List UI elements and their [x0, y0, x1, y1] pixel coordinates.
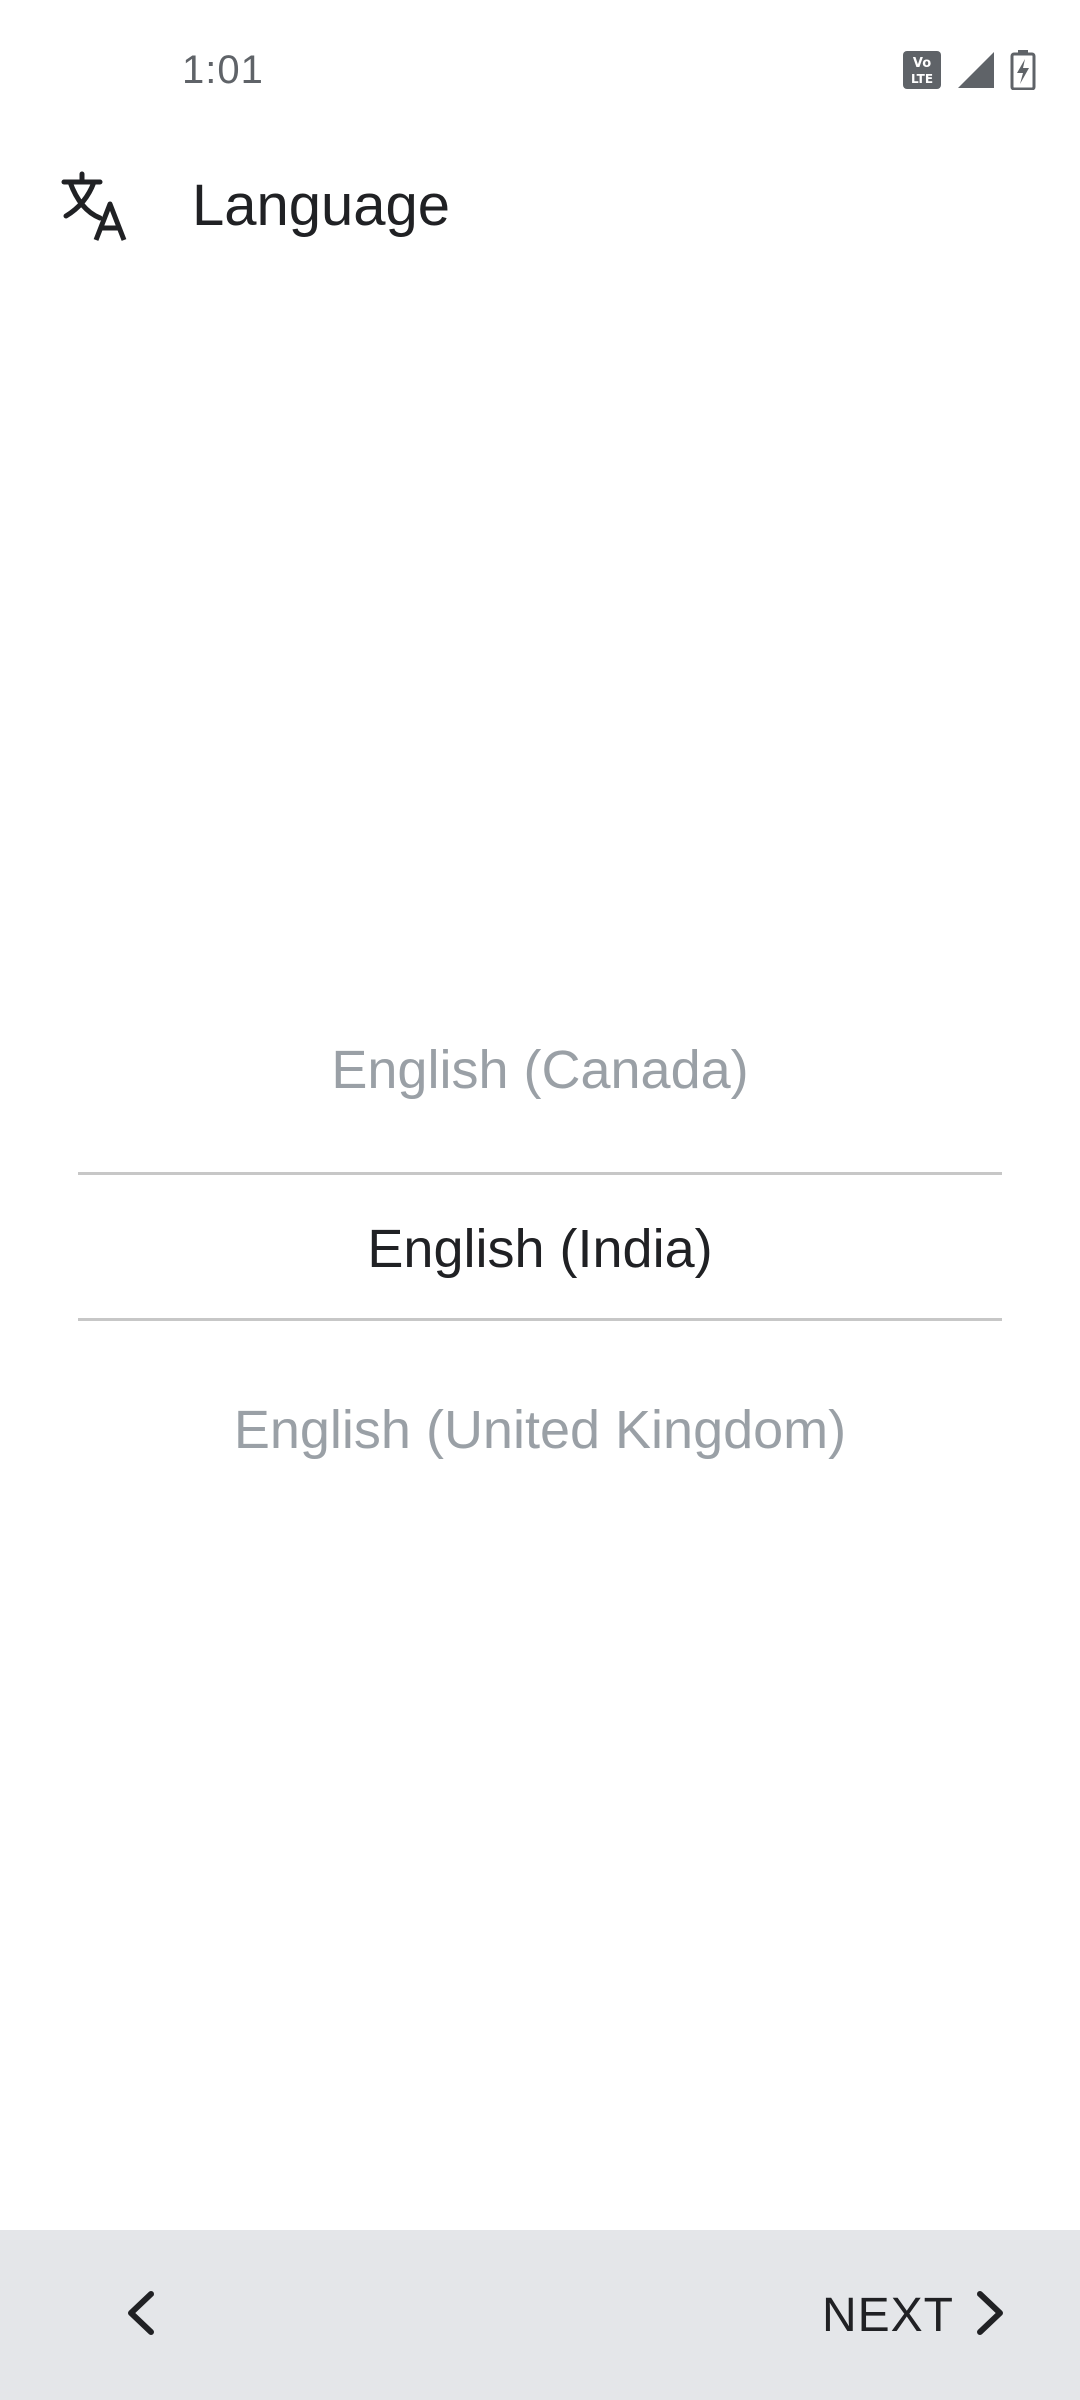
picker-divider-bottom [78, 1318, 1002, 1321]
bottom-navigation-bar: NEXT [0, 2230, 1080, 2400]
language-picker[interactable]: English (Canada) English (India) English… [78, 1000, 1002, 1480]
translate-icon [60, 170, 132, 242]
chevron-right-icon [972, 2288, 1008, 2343]
svg-text:Vo: Vo [913, 56, 931, 71]
page-title: Language [192, 173, 451, 238]
next-button[interactable]: NEXT [822, 2270, 1008, 2360]
header: Language [0, 150, 1080, 270]
volte-icon: Vo LTE [902, 50, 942, 90]
status-icons: Vo LTE [902, 50, 1036, 90]
battery-charging-icon [1010, 50, 1036, 90]
next-label: NEXT [821, 2288, 954, 2342]
back-button[interactable] [96, 2270, 186, 2360]
signal-icon [956, 50, 996, 90]
picker-item-above[interactable]: English (Canada) [78, 1034, 1002, 1106]
picker-divider-top [78, 1172, 1002, 1175]
status-time: 1:01 [182, 48, 264, 92]
picker-item-below[interactable]: English (United Kingdom) [78, 1394, 1002, 1466]
picker-item-selected[interactable]: English (India) [78, 1213, 1002, 1285]
status-bar: 1:01 Vo LTE [0, 0, 1080, 150]
svg-text:LTE: LTE [911, 72, 933, 86]
chevron-left-icon [121, 2288, 161, 2343]
